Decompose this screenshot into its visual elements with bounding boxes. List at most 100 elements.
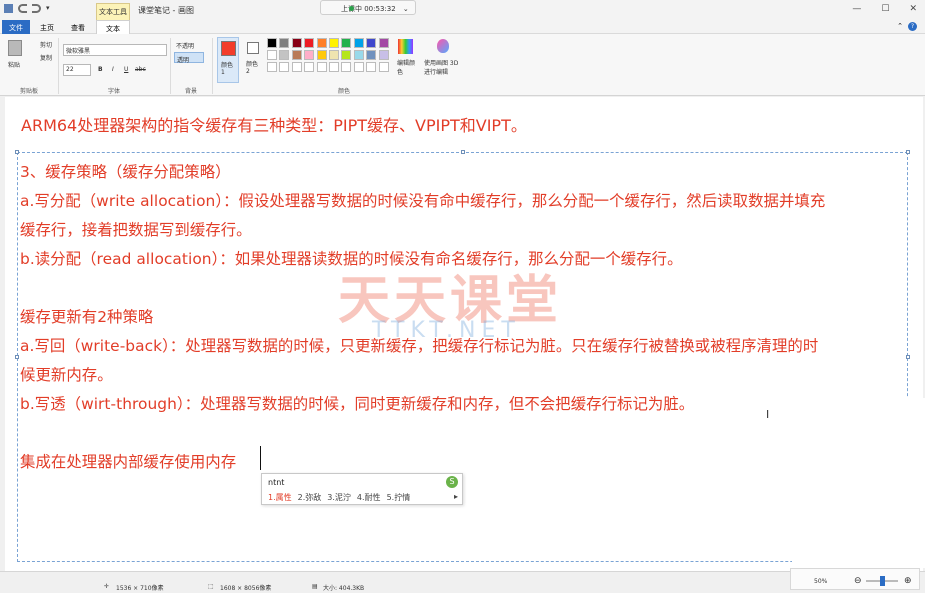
text-line: 候更新内存。 <box>20 366 113 384</box>
zoom-slider-thumb[interactable] <box>880 576 885 586</box>
ime-candidate[interactable]: 3.泥泞 <box>327 492 351 503</box>
custom-color-slot[interactable] <box>291 62 302 72</box>
ime-candidates: 1.属性 2.弥敌 3.泥泞 4.耐性 5.拧情 <box>268 492 410 503</box>
custom-color-slot[interactable] <box>279 62 290 72</box>
text-line: b.写透（wirt-through）：处理器写数据的时候，同时更新缓存和内存，但… <box>20 395 695 413</box>
palette-color-swatch[interactable] <box>267 38 277 48</box>
palette-color-swatch[interactable] <box>366 38 377 48</box>
color2-button[interactable]: 颜色 2 <box>243 37 265 83</box>
palette-color-swatch[interactable] <box>366 50 377 60</box>
custom-color-slot[interactable] <box>316 62 327 72</box>
separator <box>170 38 171 94</box>
font-family-select[interactable]: 微软雅黑 <box>63 44 167 56</box>
italic-button[interactable]: I <box>112 66 114 73</box>
palette-color-swatch[interactable] <box>267 50 277 60</box>
live-dot-icon <box>349 6 354 11</box>
palette-color-swatch[interactable] <box>353 50 364 60</box>
redo-icon[interactable] <box>32 4 41 13</box>
paste-button[interactable]: 粘贴 <box>6 40 24 70</box>
text-line: 3、缓存策略（缓存分配策略） <box>20 163 231 181</box>
save-icon[interactable] <box>4 4 13 13</box>
collapse-ribbon-icon[interactable]: ⌃ <box>897 22 903 30</box>
undo-icon[interactable] <box>18 4 27 13</box>
ibeam-cursor-icon: I <box>766 408 770 421</box>
ime-composition: ntnt <box>268 478 285 487</box>
zoom-control: 50% ⊖ ⊕ <box>790 568 920 590</box>
palette-color-swatch[interactable] <box>291 38 302 48</box>
resize-handle[interactable] <box>15 355 19 359</box>
font-size-select[interactable]: 22 <box>63 64 91 76</box>
ime-candidate[interactable]: 2.弥敌 <box>298 492 322 503</box>
custom-color-slot[interactable] <box>267 62 277 72</box>
file-size-icon: ▤ <box>312 583 318 590</box>
live-status-pill[interactable]: 上课中 00:53:32 ⌄ <box>320 0 416 15</box>
color-wheel-icon <box>398 39 413 54</box>
ribbon-tabs: 文件 主页 查看 文本 ? ⌃ <box>0 20 925 34</box>
ime-logo-icon: S <box>446 476 458 488</box>
palette-color-swatch[interactable] <box>378 38 389 48</box>
ime-candidate[interactable]: 5.拧情 <box>387 492 411 503</box>
tab-file[interactable]: 文件 <box>2 20 30 34</box>
close-button[interactable]: ✕ <box>909 4 917 14</box>
transparent-button[interactable]: 透明 <box>174 52 204 64</box>
canvas-heading: ARM64处理器架构的指令缓存有三种类型：PIPT缓存、VPIPT和VIPT。 <box>21 116 527 135</box>
custom-color-slot[interactable] <box>341 62 352 72</box>
color2-swatch <box>247 42 259 54</box>
palette-color-swatch[interactable] <box>316 50 327 60</box>
palette-color-swatch[interactable] <box>279 38 290 48</box>
overlay-panel <box>792 398 925 568</box>
palette-color-swatch[interactable] <box>378 50 389 60</box>
opaque-button[interactable]: 不透明 <box>176 41 194 50</box>
title-bar: ▾ 文本工具 课堂笔记 - 画图 上课中 00:53:32 ⌄ — ☐ ✕ <box>0 0 925 20</box>
help-icon[interactable]: ? <box>908 22 917 31</box>
custom-color-slot[interactable] <box>366 62 377 72</box>
ime-candidate[interactable]: 4.耐性 <box>357 492 381 503</box>
ime-next-page-button[interactable]: ▸ <box>454 492 458 501</box>
cut-button[interactable]: 剪切 <box>40 40 52 49</box>
tab-text[interactable]: 文本 <box>96 20 130 34</box>
window-title: 课堂笔记 - 画图 <box>138 6 194 15</box>
resize-handle[interactable] <box>906 355 910 359</box>
tab-view[interactable]: 查看 <box>64 20 92 34</box>
palette-color-swatch[interactable] <box>329 38 339 48</box>
paint3d-button[interactable]: 使用画图 3D 进行编辑 <box>424 39 462 81</box>
palette-color-swatch[interactable] <box>279 50 290 60</box>
edit-colors-button[interactable]: 编辑颜色 <box>396 39 416 81</box>
minimize-button[interactable]: — <box>852 4 861 14</box>
maximize-button[interactable]: ☐ <box>881 4 889 14</box>
palette-color-swatch[interactable] <box>291 50 302 60</box>
tab-home[interactable]: 主页 <box>34 20 60 34</box>
palette-color-swatch[interactable] <box>316 38 327 48</box>
custom-color-slot[interactable] <box>304 62 315 72</box>
custom-color-slot[interactable] <box>378 62 389 72</box>
palette-color-swatch[interactable] <box>304 38 315 48</box>
color2-label: 颜色 2 <box>246 61 259 75</box>
text-caret <box>260 446 261 470</box>
ime-candidate[interactable]: 1.属性 <box>268 492 292 503</box>
palette-color-swatch[interactable] <box>329 50 339 60</box>
copy-button[interactable]: 复制 <box>40 53 52 62</box>
custom-color-slot[interactable] <box>353 62 364 72</box>
zoom-out-button[interactable]: ⊖ <box>854 576 862 586</box>
custom-color-slot[interactable] <box>329 62 339 72</box>
customize-toolbar-icon[interactable]: ▾ <box>46 4 55 13</box>
strikethrough-button[interactable]: abc <box>135 66 146 73</box>
palette-color-swatch[interactable] <box>341 38 352 48</box>
underline-button[interactable]: U <box>124 66 128 73</box>
paste-icon <box>8 40 22 56</box>
color1-button[interactable]: 颜色 1 <box>217 37 239 83</box>
palette-color-swatch[interactable] <box>341 50 352 60</box>
separator <box>212 38 213 94</box>
zoom-slider[interactable] <box>866 576 898 586</box>
resize-handle[interactable] <box>906 150 910 154</box>
text-line: a.写分配（write allocation）：假设处理器写数据的时候没有命中缓… <box>20 192 826 210</box>
resize-handle[interactable] <box>15 150 19 154</box>
bold-button[interactable]: B <box>98 66 103 73</box>
palette-color-swatch[interactable] <box>304 50 315 60</box>
palette-color-swatch[interactable] <box>353 38 364 48</box>
resize-handle[interactable] <box>461 150 465 154</box>
paste-label: 粘贴 <box>8 62 21 69</box>
zoom-in-button[interactable]: ⊕ <box>904 576 912 586</box>
background-group-label: 背景 <box>185 88 198 95</box>
cursor-position-icon: ✛ <box>104 583 110 590</box>
